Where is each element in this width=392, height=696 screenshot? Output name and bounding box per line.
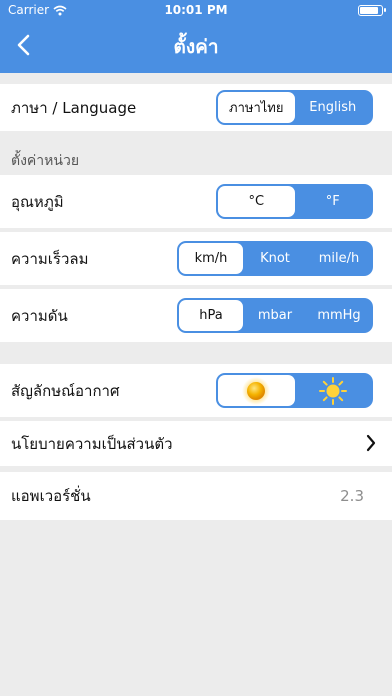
privacy-policy-row[interactable]: นโยบายความเป็นส่วนตัว [0, 421, 392, 466]
pressure-option-mmhg[interactable]: mmHg [307, 300, 371, 331]
app-version-row: แอพเวอร์ชั่น 2.3 [0, 472, 392, 520]
weather-icon-row: สัญลักษณ์อากาศ [0, 364, 392, 417]
weather-icon-option-flat[interactable] [295, 375, 372, 406]
pressure-option-hpa[interactable]: hPa [179, 300, 243, 331]
weather-icon-label: สัญลักษณ์อากาศ [11, 381, 120, 400]
temperature-row: อุณหภูมิ °C °F [0, 175, 392, 228]
battery-icon [358, 5, 386, 16]
app-version-value: 2.3 [340, 487, 364, 505]
language-option-thai[interactable]: ภาษาไทย [218, 92, 295, 123]
temperature-option-celsius[interactable]: °C [218, 186, 295, 217]
pressure-segmented-control: hPa mbar mmHg [177, 298, 373, 333]
weather-icon-segmented-control [216, 373, 373, 408]
wind-speed-segmented-control: km/h Knot mile/h [177, 241, 373, 276]
temperature-option-fahrenheit[interactable]: °F [295, 186, 372, 217]
pressure-option-mbar[interactable]: mbar [243, 300, 307, 331]
wind-option-knot[interactable]: Knot [243, 243, 307, 274]
pressure-label: ความดัน [11, 306, 68, 325]
page-title: ตั้งค่า [173, 36, 219, 58]
wind-option-kmh[interactable]: km/h [179, 243, 243, 274]
status-time: 10:01 PM [164, 3, 228, 17]
temperature-segmented-control: °C °F [216, 184, 373, 219]
nav-header: Carrier 10:01 PM ตั้งค่า [0, 0, 392, 73]
status-bar: Carrier 10:01 PM [0, 3, 392, 19]
language-label: ภาษา / Language [11, 98, 137, 117]
wind-option-mileh[interactable]: mile/h [307, 243, 371, 274]
pressure-row: ความดัน hPa mbar mmHg [0, 289, 392, 342]
privacy-policy-label: นโยบายความเป็นส่วนตัว [11, 434, 173, 453]
wind-speed-row: ความเร็วลม km/h Knot mile/h [0, 232, 392, 285]
chevron-right-icon [366, 434, 376, 452]
units-section-title: ตั้งค่าหน่วย [11, 153, 80, 169]
language-option-english[interactable]: English [295, 92, 372, 123]
weather-icon-option-3d[interactable] [218, 375, 295, 406]
wind-speed-label: ความเร็วลม [11, 249, 89, 268]
language-segmented-control: ภาษาไทย English [216, 90, 373, 125]
sun-3d-icon [242, 376, 271, 405]
temperature-label: อุณหภูมิ [11, 192, 64, 211]
app-version-label: แอพเวอร์ชั่น [11, 487, 91, 505]
sun-flat-icon [318, 376, 347, 405]
language-row: ภาษา / Language ภาษาไทย English [0, 84, 392, 131]
